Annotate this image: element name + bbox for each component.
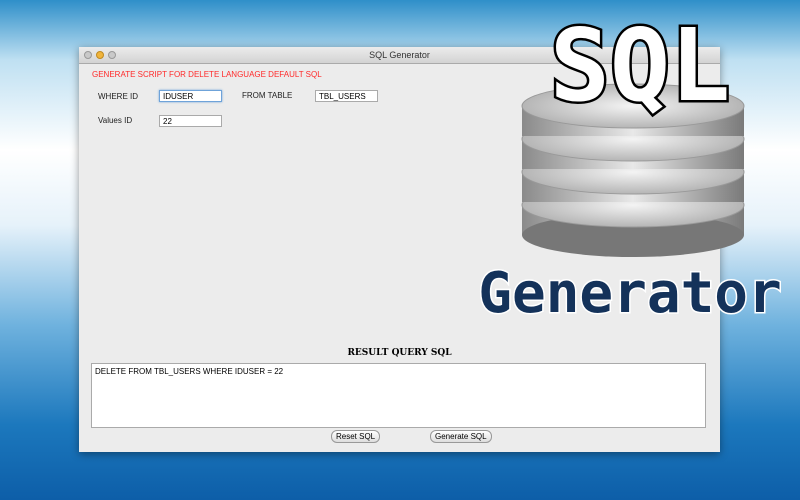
where-id-input[interactable]: IDUSER: [159, 90, 222, 102]
reset-sql-button[interactable]: Reset SQL: [331, 430, 381, 443]
from-table-input[interactable]: TBL_USERS: [315, 90, 378, 102]
window-title: SQL Generator: [369, 50, 430, 60]
logo-generator-text: Generator: [478, 261, 781, 326]
values-id-input[interactable]: 22: [159, 115, 222, 127]
result-textarea[interactable]: DELETE FROM TBL_USERS WHERE IDUSER = 22: [91, 363, 706, 428]
where-id-label: WHERE ID: [98, 92, 138, 101]
zoom-button[interactable]: [108, 51, 116, 59]
logo-sql-text: SQL: [550, 7, 731, 124]
form-heading: GENERATE SCRIPT FOR DELETE LANGUAGE DEFA…: [92, 70, 322, 79]
generate-sql-button[interactable]: Generate SQL: [430, 430, 492, 443]
from-table-label: FROM TABLE: [242, 91, 293, 100]
values-id-label: Values ID: [98, 116, 133, 125]
result-title: RESULT QUERY SQL: [347, 348, 452, 358]
sql-generator-logo: SQL Generator: [477, 5, 783, 328]
minimize-button[interactable]: [96, 51, 104, 59]
close-button[interactable]: [84, 51, 92, 59]
